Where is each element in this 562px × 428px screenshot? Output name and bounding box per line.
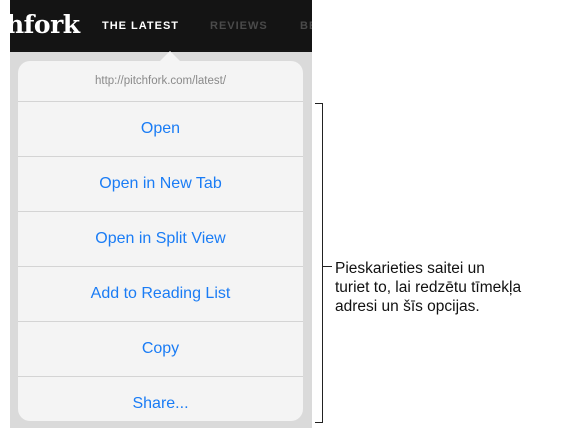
- open-button[interactable]: Open: [18, 102, 303, 157]
- callout-bracket: [315, 103, 323, 423]
- callout-line: turiet to, lai redzētu tīmekļa: [335, 279, 522, 296]
- copy-button[interactable]: Copy: [18, 322, 303, 377]
- link-url: http://pitchfork.com/latest/: [18, 61, 303, 102]
- callout-text: Pieskarieties saitei un turiet to, lai r…: [335, 259, 557, 316]
- site-logo[interactable]: hfork: [10, 10, 80, 39]
- nav-item-reviews[interactable]: REVIEWS: [210, 20, 268, 32]
- nav-item-the-latest[interactable]: THE LATEST: [102, 20, 179, 32]
- share-button[interactable]: Share...: [18, 377, 303, 421]
- callout-leader-line: [323, 266, 332, 267]
- open-in-split-view-button[interactable]: Open in Split View: [18, 212, 303, 267]
- site-navbar: hfork THE LATEST REVIEWS BE: [10, 0, 312, 52]
- link-context-menu: http://pitchfork.com/latest/ Open Open i…: [18, 61, 303, 421]
- callout-line: Pieskarieties saitei un: [335, 260, 485, 277]
- callout-line: adresi un šīs opcijas.: [335, 298, 480, 315]
- add-to-reading-list-button[interactable]: Add to Reading List: [18, 267, 303, 322]
- open-in-new-tab-button[interactable]: Open in New Tab: [18, 157, 303, 212]
- nav-item-truncated[interactable]: BE: [300, 20, 312, 32]
- screenshot-stage: hfork THE LATEST REVIEWS BE http://pitch…: [0, 0, 562, 428]
